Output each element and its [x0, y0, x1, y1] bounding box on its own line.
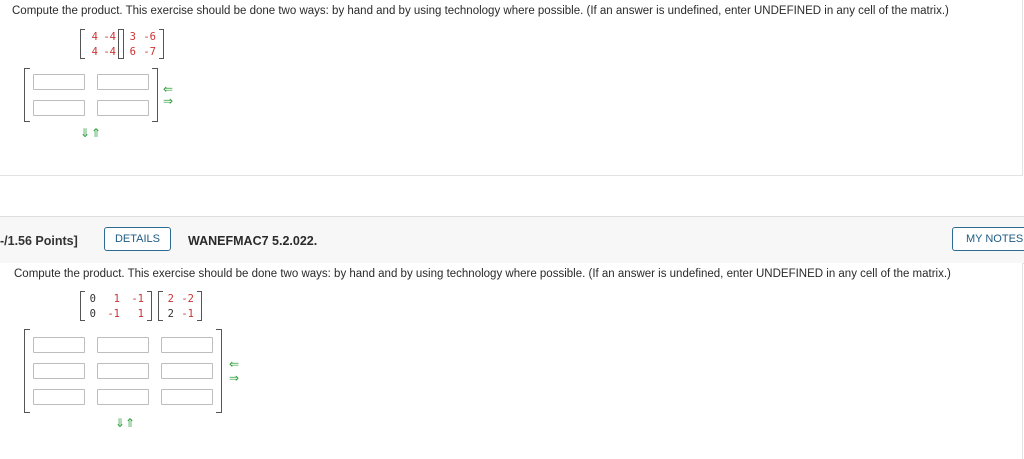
matrix-cell: -1	[181, 307, 194, 320]
remove-row-icon[interactable]: ⇑	[125, 417, 135, 429]
matrix-cell: -1	[107, 307, 120, 320]
answer-cell-r3c3[interactable]	[161, 389, 213, 405]
matrix-cell: 0	[89, 292, 96, 305]
remove-column-icon[interactable]: ⇐	[163, 83, 173, 95]
matrix-a: 0 1 -1 0 -1 1	[80, 291, 152, 321]
answer-cell-r1c3[interactable]	[161, 337, 213, 353]
question-1-panel: Compute the product. This exercise shoul…	[0, 0, 1023, 176]
matrix-cell: 2	[167, 307, 174, 320]
matrix-cell: -6	[143, 30, 156, 43]
matrix-cell: -7	[143, 45, 156, 58]
add-row-icon[interactable]: ⇓	[80, 127, 90, 139]
remove-row-icon[interactable]: ⇑	[91, 127, 101, 139]
question-1-prompt: Compute the product. This exercise shoul…	[12, 5, 949, 17]
matrix-cell: 6	[129, 45, 136, 58]
matrix-cell: -1	[131, 292, 144, 305]
answer-cell-r2c3[interactable]	[161, 363, 213, 379]
question-id: WANEFMAC7 5.2.022.	[188, 234, 318, 248]
details-button[interactable]: DETAILS	[104, 227, 171, 251]
matrix-cell: -2	[181, 292, 194, 305]
remove-column-icon[interactable]: ⇐	[229, 358, 239, 370]
answer-cell-r3c2[interactable]	[97, 389, 149, 405]
matrix-cell: 4	[91, 45, 98, 58]
question-2-panel: Compute the product. This exercise shoul…	[0, 263, 1023, 459]
answer-cell-r1c1[interactable]	[33, 74, 85, 90]
matrix-cell: 4	[91, 30, 98, 43]
matrix-cell: 0	[89, 307, 96, 320]
answer-cell-r1c1[interactable]	[33, 337, 85, 353]
answer-cell-r2c2[interactable]	[97, 363, 149, 379]
answer-cell-r1c2[interactable]	[97, 74, 149, 90]
answer-cell-r3c1[interactable]	[33, 389, 85, 405]
matrix-cell: 2	[167, 292, 174, 305]
matrix-cell: -4	[103, 45, 116, 58]
points-label: -/1.56 Points]	[0, 234, 78, 248]
add-row-icon[interactable]: ⇓	[115, 417, 125, 429]
matrix-cell: 1	[137, 307, 144, 320]
matrix-b: 3 -6 6 -7	[118, 29, 164, 59]
answer-cell-r1c2[interactable]	[97, 337, 149, 353]
answer-matrix	[24, 68, 158, 122]
matrix-cell: 3	[129, 30, 136, 43]
my-notes-button[interactable]: MY NOTES	[952, 227, 1024, 251]
matrix-cell: 1	[113, 292, 120, 305]
answer-cell-r2c2[interactable]	[97, 100, 149, 116]
add-column-icon[interactable]: ⇒	[163, 95, 173, 107]
matrix-b: 2 -2 2 -1	[158, 291, 202, 321]
question-2-header: -/1.56 Points] DETAILS WANEFMAC7 5.2.022…	[0, 216, 1024, 264]
answer-cell-r2c1[interactable]	[33, 100, 85, 116]
question-2-prompt: Compute the product. This exercise shoul…	[14, 268, 951, 280]
add-column-icon[interactable]: ⇒	[229, 372, 239, 384]
answer-cell-r2c1[interactable]	[33, 363, 85, 379]
answer-matrix	[24, 329, 222, 413]
matrix-cell: -4	[103, 30, 116, 43]
